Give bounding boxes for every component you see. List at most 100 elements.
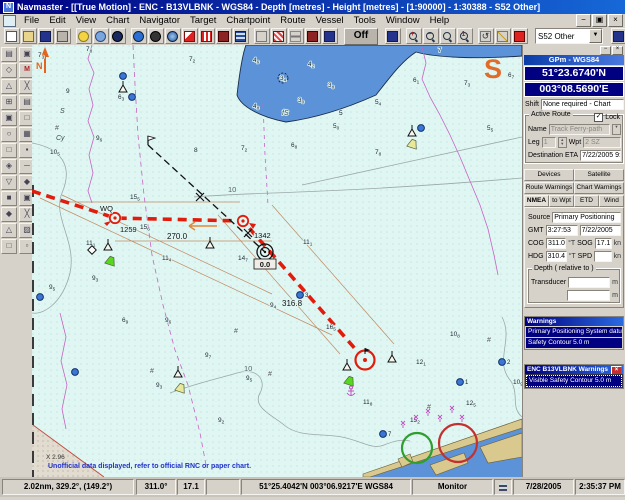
menu-item-route[interactable]: Route <box>275 15 310 26</box>
restore-button[interactable]: ▣ <box>592 14 607 27</box>
enc-warning-item[interactable]: Visible Safety Contour 5.0 m <box>526 375 622 387</box>
left-tool-5-icon[interactable]: ▣ <box>1 111 17 126</box>
sog-value: 17.1 <box>595 238 612 249</box>
menu-item-help[interactable]: Help <box>425 15 455 26</box>
app-icon: N <box>3 2 14 13</box>
tab-etd[interactable]: ETD <box>574 195 599 207</box>
menu-item-chartpoint[interactable]: Chartpoint <box>221 15 275 26</box>
track-history-icon[interactable] <box>305 28 321 44</box>
tab-route-warnings[interactable]: Route Warnings <box>524 182 574 194</box>
gmt-date: 7/22/2005 <box>580 225 621 236</box>
grid-icon[interactable] <box>233 28 249 44</box>
display-palette-value: S52 Other <box>536 32 589 41</box>
chart-catalogue-icon[interactable] <box>611 28 625 44</box>
warning-item[interactable]: Safety Contour 5.0 m <box>526 338 622 348</box>
blue-buoy[interactable] <box>72 369 79 376</box>
chartpoint-icon[interactable] <box>216 28 232 44</box>
bearing-line-icon[interactable] <box>182 28 198 44</box>
blue-buoy[interactable] <box>418 125 425 132</box>
menu-item-file[interactable]: File <box>19 15 44 26</box>
zoom-in-icon[interactable]: + <box>406 28 422 44</box>
leg-value[interactable]: 1 <box>542 137 556 148</box>
left-tool-3-icon[interactable]: △ <box>1 79 17 94</box>
zoom-scale-icon[interactable]: 1 <box>457 28 473 44</box>
chart-document-icon[interactable] <box>3 15 16 27</box>
left-tool-12-icon[interactable]: △ <box>1 223 17 238</box>
panel-close-button[interactable]: × <box>612 46 623 55</box>
tab-chart-warnings[interactable]: Chart Warnings <box>574 182 624 194</box>
palette-dropdown-icon[interactable]: ▼ <box>589 29 602 43</box>
spd-value <box>594 251 612 262</box>
route-display-icon[interactable] <box>271 28 287 44</box>
new-document-icon[interactable] <box>4 28 20 44</box>
menu-item-view[interactable]: View <box>71 15 101 26</box>
left-tool-10-icon[interactable]: ■ <box>1 191 17 206</box>
mob-icon[interactable] <box>512 28 528 44</box>
vector-chart-icon[interactable] <box>322 28 338 44</box>
left-tool-1-icon[interactable]: ▤ <box>1 47 17 62</box>
depth-second-value <box>567 290 610 301</box>
tab-devices[interactable]: Devices <box>524 169 574 181</box>
left-tool-11-icon[interactable]: ◆ <box>1 207 17 222</box>
status-grid-icon[interactable] <box>494 479 512 495</box>
chart-area[interactable]: 0.0 WQ 1259 1342 270.0 316.8 N S X 2.96 … <box>32 45 523 477</box>
blue-buoy[interactable] <box>120 73 127 80</box>
left-tool-8-icon[interactable]: ◈ <box>1 159 17 174</box>
menu-item-target[interactable]: Target <box>185 15 221 26</box>
main-toolbar: Off +− 1 ↺ S52 Other▼ <box>0 27 625 46</box>
display-palette-select[interactable]: S52 Other▼ <box>535 28 603 44</box>
cog-value: 311.0 <box>546 238 566 249</box>
warning-item[interactable]: Primary Positioning System datum <box>526 327 622 337</box>
radar-off-toggle[interactable]: Off <box>344 28 378 45</box>
left-tool-6-icon[interactable]: ○ <box>1 127 17 142</box>
transducer-value <box>568 277 610 288</box>
route-edit-icon[interactable] <box>288 28 304 44</box>
save-icon[interactable] <box>38 28 54 44</box>
zoom-window-icon[interactable] <box>440 28 456 44</box>
left-tool-13-icon[interactable]: □ <box>1 239 17 254</box>
route-name-select[interactable]: Track Ferry-path <box>549 124 610 135</box>
leg-spinner[interactable]: ▲▼ <box>558 137 567 148</box>
day-palette-icon[interactable] <box>76 28 92 44</box>
route-name-dropdown-icon[interactable]: ▼ <box>612 124 621 135</box>
position-fix-icon[interactable] <box>131 28 147 44</box>
close-button[interactable]: × <box>608 14 623 27</box>
left-tool-2-icon[interactable]: ◇ <box>1 63 17 78</box>
orientation-icon[interactable] <box>495 28 511 44</box>
print-icon[interactable] <box>55 28 71 44</box>
blue-buoy[interactable] <box>37 294 44 301</box>
panel-minimize-button[interactable]: − <box>600 46 611 55</box>
left-tool-4-icon[interactable]: ⊞ <box>1 95 17 110</box>
mode-readout: Monitor <box>412 479 493 495</box>
left-tool-9-icon[interactable]: ▽ <box>1 175 17 190</box>
rock-symbol: # <box>55 125 59 132</box>
menu-item-chart[interactable]: Chart <box>101 15 134 26</box>
left-tool-7-icon[interactable]: □ <box>1 143 17 158</box>
dusk-palette-icon[interactable] <box>93 28 109 44</box>
minimize-button[interactable]: − <box>576 14 591 27</box>
zoom-out-icon[interactable]: − <box>423 28 439 44</box>
rotate-chart-icon[interactable]: ↺ <box>478 28 494 44</box>
blue-buoy[interactable] <box>129 94 136 101</box>
menu-item-navigator[interactable]: Navigator <box>134 15 185 26</box>
depth-label: 7 <box>438 47 442 54</box>
menu-item-tools[interactable]: Tools <box>349 15 381 26</box>
gmt-time: 3:27:53 <box>546 225 578 236</box>
enc-warnings-close-icon[interactable]: × <box>611 366 622 375</box>
open-folder-icon[interactable] <box>21 28 37 44</box>
dr-position-icon[interactable] <box>148 28 164 44</box>
tab-nmea[interactable]: NMEA <box>524 195 549 207</box>
menu-item-vessel[interactable]: Vessel <box>311 15 349 26</box>
night-palette-icon[interactable] <box>110 28 126 44</box>
parallel-index-icon[interactable] <box>199 28 215 44</box>
navigation-panel: − × GPm - WGS84 51°23.6740'N 003°08.5690… <box>523 45 625 477</box>
tab-wind[interactable]: Wind <box>599 195 624 207</box>
tab-satellite[interactable]: Satellite <box>574 169 624 181</box>
menu-item-edit[interactable]: Edit <box>44 15 70 26</box>
select-tool-icon[interactable] <box>254 28 270 44</box>
tab-to-wpt[interactable]: to Wpt <box>549 195 574 207</box>
world-chart-icon[interactable] <box>165 28 181 44</box>
lock-checkbox[interactable]: ✓ <box>594 113 603 122</box>
menu-item-window[interactable]: Window <box>381 15 425 26</box>
radar-overlay-icon[interactable] <box>385 28 401 44</box>
